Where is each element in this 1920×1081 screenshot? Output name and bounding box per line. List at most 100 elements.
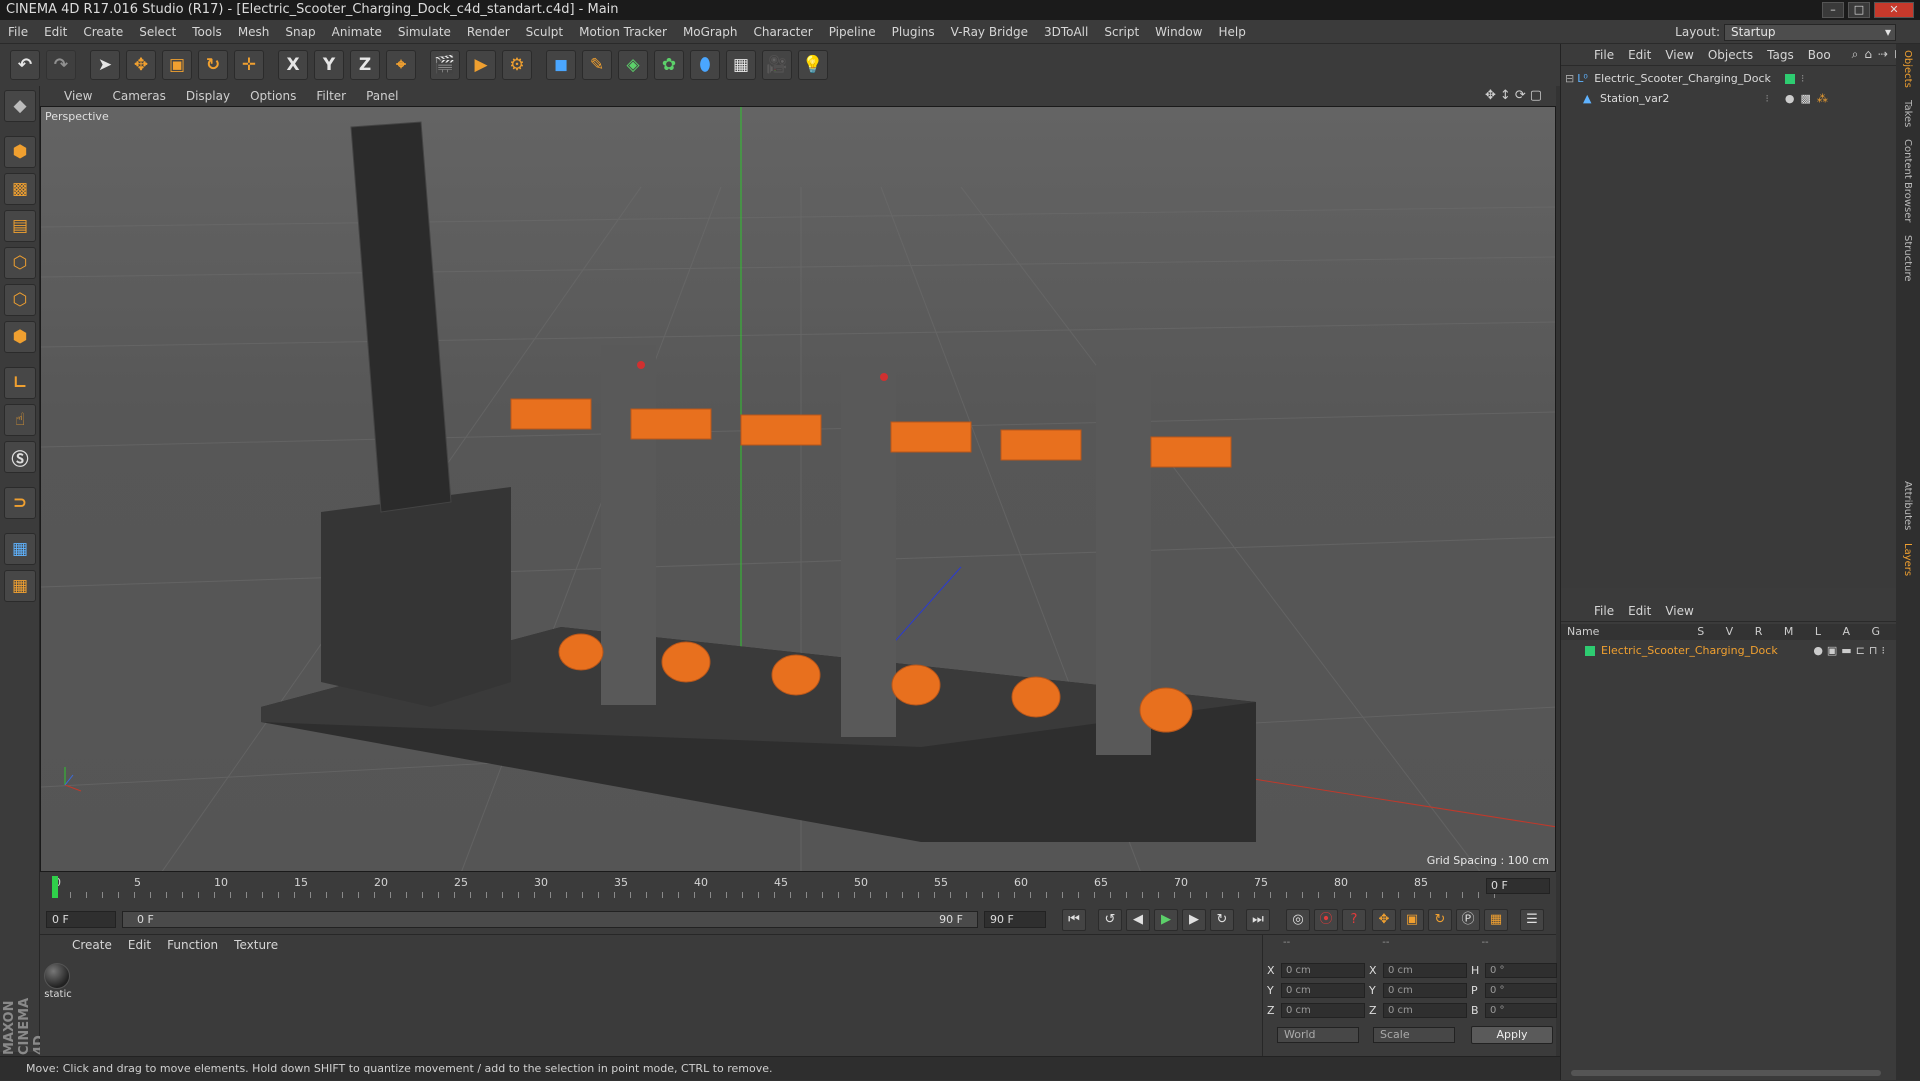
size-mode-dropdown[interactable]: Scale <box>1373 1027 1455 1043</box>
move-icon[interactable]: ✥ <box>126 50 156 80</box>
om-menu-edit[interactable]: Edit <box>1621 48 1658 62</box>
snap-icon[interactable]: Ⓢ <box>4 441 36 473</box>
menu-sculpt[interactable]: Sculpt <box>518 25 571 39</box>
playhead[interactable] <box>52 876 58 898</box>
size-y-field[interactable]: 0 cm <box>1383 983 1467 998</box>
lm-menu-file[interactable]: File <box>1587 604 1621 618</box>
prev-frame-icon[interactable]: ◀ <box>1126 909 1150 931</box>
minimize-button[interactable]: – <box>1822 2 1844 18</box>
maximize-button[interactable]: □ <box>1848 2 1870 18</box>
start-frame-field[interactable]: 0 F <box>46 911 116 928</box>
magnet-icon[interactable]: ⊃ <box>4 487 36 519</box>
points-mode-icon[interactable]: ⬡ <box>4 247 36 279</box>
workplane-icon[interactable]: ▤ <box>4 210 36 242</box>
timeline-menu-icon[interactable]: ☰ <box>1520 909 1544 931</box>
position-y-field[interactable]: 0 cm <box>1281 983 1365 998</box>
viewport-nav-icons[interactable]: ✥↕⟳▢ <box>1485 88 1546 103</box>
edges-mode-icon[interactable]: ⬡ <box>4 284 36 316</box>
menu-character[interactable]: Character <box>745 25 820 39</box>
tab-objects[interactable]: Objects <box>1902 50 1913 88</box>
redo-icon[interactable]: ↷ <box>46 50 76 80</box>
render-settings-icon[interactable]: ⚙ <box>502 50 532 80</box>
viewport-menu-panel[interactable]: Panel <box>356 89 408 103</box>
timeline-ruler[interactable]: 0 5 10 15 20 25 30 35 40 45 50 55 60 65 … <box>40 872 1556 906</box>
material-tag-icon[interactable]: ● <box>1785 90 1795 108</box>
layout-dropdown[interactable]: Startup ▾ <box>1724 24 1896 41</box>
play-icon[interactable]: ▶ <box>1154 909 1178 931</box>
menu-motion-tracker[interactable]: Motion Tracker <box>571 25 675 39</box>
render-picture-viewer-icon[interactable]: ▶ <box>466 50 496 80</box>
floor-icon[interactable]: ▦ <box>726 50 756 80</box>
x-axis-icon[interactable]: X <box>278 50 308 80</box>
tab-attributes[interactable]: Attributes <box>1902 481 1913 530</box>
lm-menu-view[interactable]: View <box>1658 604 1700 618</box>
visibility-dots-icon[interactable]: ⁝ <box>1801 70 1805 88</box>
axis-mode-icon[interactable]: ∟ <box>4 367 36 399</box>
key-position-icon[interactable]: ✥ <box>1372 909 1396 931</box>
coordinate-system-icon[interactable]: ⌖ <box>386 50 416 80</box>
light-icon[interactable]: 💡 <box>798 50 828 80</box>
subdivision-icon[interactable]: ◈ <box>618 50 648 80</box>
keyframe-icon[interactable]: ◎ <box>1286 909 1310 931</box>
menu-select[interactable]: Select <box>131 25 184 39</box>
rotate-icon[interactable]: ↻ <box>198 50 228 80</box>
key-rotation-icon[interactable]: ↻ <box>1428 909 1452 931</box>
coordinate-mode-dropdown[interactable]: World <box>1277 1027 1359 1043</box>
cube-icon[interactable]: ◼ <box>546 50 576 80</box>
viewport-menu-cameras[interactable]: Cameras <box>102 89 175 103</box>
rotation-b-field[interactable]: 0 ° <box>1485 1003 1557 1018</box>
object-row[interactable]: ⊟ L⁰ Electric_Scooter_Charging_Dock ⁝ <box>1565 70 1804 88</box>
key-param-icon[interactable]: Ⓟ <box>1456 909 1480 931</box>
tab-content-browser[interactable]: Content Browser <box>1902 139 1913 222</box>
menu-plugins[interactable]: Plugins <box>884 25 943 39</box>
frame-ruler[interactable]: 0 5 10 15 20 25 30 35 40 45 50 55 60 65 … <box>52 876 1510 898</box>
tab-structure[interactable]: Structure <box>1902 235 1913 282</box>
menu-render[interactable]: Render <box>459 25 518 39</box>
mat-menu-edit[interactable]: Edit <box>120 938 159 952</box>
autokey-icon[interactable]: ? <box>1342 909 1366 931</box>
viewport-menu-display[interactable]: Display <box>176 89 240 103</box>
deformer-icon[interactable]: ⬮ <box>690 50 720 80</box>
menu-pipeline[interactable]: Pipeline <box>821 25 884 39</box>
menu-animate[interactable]: Animate <box>324 25 390 39</box>
layer-row[interactable]: Electric_Scooter_Charging_Dock ●▣▬⊏⊓⁝ <box>1561 642 1897 660</box>
viewport-menu-view[interactable]: View <box>54 89 102 103</box>
tab-layers[interactable]: Layers <box>1902 543 1913 576</box>
tab-takes[interactable]: Takes <box>1902 100 1913 127</box>
object-list[interactable]: ⊟ L⁰ Electric_Scooter_Charging_Dock ⁝ ▲ … <box>1561 66 1897 588</box>
layer-color-swatch[interactable] <box>1784 74 1795 84</box>
apply-button[interactable]: Apply <box>1471 1026 1553 1044</box>
texture-tag-icon[interactable]: ▩ <box>1801 90 1811 108</box>
rotation-h-field[interactable]: 0 ° <box>1485 963 1557 978</box>
material-swatch[interactable]: static <box>44 963 72 1005</box>
tweak-icon[interactable]: ☝ <box>4 404 36 436</box>
layer-color-swatch[interactable] <box>1585 646 1595 656</box>
horizontal-scrollbar[interactable] <box>1571 1070 1881 1076</box>
om-menu-file[interactable]: File <box>1587 48 1621 62</box>
menu-edit[interactable]: Edit <box>36 25 75 39</box>
menu-create[interactable]: Create <box>75 25 131 39</box>
undo-icon[interactable]: ↶ <box>10 50 40 80</box>
next-key-icon[interactable]: ↻ <box>1210 909 1234 931</box>
camera-icon[interactable]: 🎥 <box>762 50 792 80</box>
lm-menu-edit[interactable]: Edit <box>1621 604 1658 618</box>
close-button[interactable]: ✕ <box>1874 2 1914 18</box>
scale-icon[interactable]: ▣ <box>162 50 192 80</box>
polygons-mode-icon[interactable]: ⬢ <box>4 321 36 353</box>
layer-flag-icons[interactable]: ●▣▬⊏⊓⁝ <box>1813 642 1889 660</box>
render-view-icon[interactable]: 🎬 <box>430 50 460 80</box>
phong-tag-icon[interactable]: ⁂ <box>1817 90 1828 108</box>
goto-start-icon[interactable]: ⏮ <box>1062 909 1086 931</box>
om-menu-tags[interactable]: Tags <box>1760 48 1801 62</box>
cloner-icon[interactable]: ✿ <box>654 50 684 80</box>
viewport-menu-filter[interactable]: Filter <box>306 89 356 103</box>
menu-tools[interactable]: Tools <box>184 25 230 39</box>
key-scale-icon[interactable]: ▣ <box>1400 909 1424 931</box>
menu-file[interactable]: File <box>0 25 36 39</box>
om-menu-view[interactable]: View <box>1658 48 1700 62</box>
menu-mograph[interactable]: MoGraph <box>675 25 746 39</box>
prev-key-icon[interactable]: ↺ <box>1098 909 1122 931</box>
om-menu-bookmarks[interactable]: Boo <box>1801 48 1838 62</box>
y-axis-icon[interactable]: Y <box>314 50 344 80</box>
mat-menu-create[interactable]: Create <box>64 938 120 952</box>
